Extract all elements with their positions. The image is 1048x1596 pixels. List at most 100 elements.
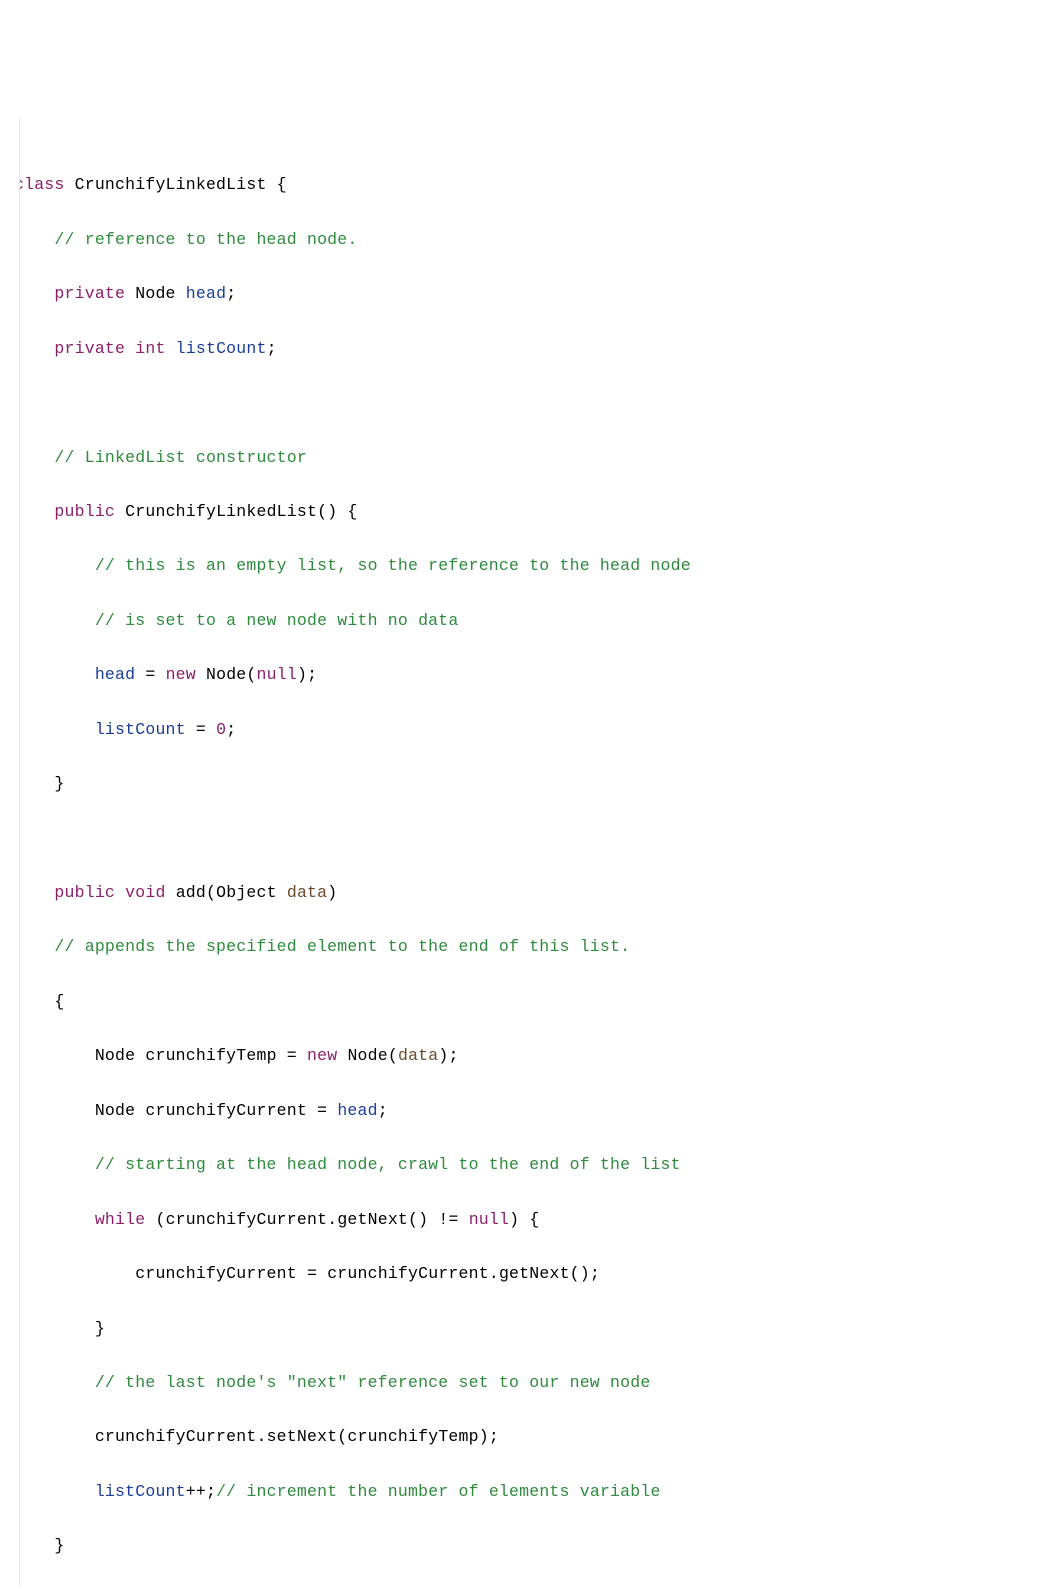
field: listCount: [95, 720, 186, 739]
lparen: (: [388, 1046, 398, 1065]
blank-line: [14, 825, 1040, 852]
rparen: ): [509, 1210, 519, 1229]
code-line: }: [14, 1532, 1040, 1559]
parameter: data: [287, 883, 327, 902]
code-line: }: [14, 1315, 1040, 1342]
null-literal: null: [257, 665, 297, 684]
keyword-class: class: [14, 175, 65, 194]
code-line: class CrunchifyLinkedList {: [14, 171, 1040, 198]
code-line: crunchifyCurrent.setNext(crunchifyTemp);: [14, 1423, 1040, 1450]
code-editor: class CrunchifyLinkedList { // reference…: [4, 117, 1040, 1587]
brace: }: [95, 1319, 105, 1338]
local-var: crunchifyCurrent: [95, 1427, 257, 1446]
field: listCount: [95, 1482, 186, 1501]
keyword-int: int: [135, 339, 165, 358]
code-line: // the last node's "next" reference set …: [14, 1369, 1040, 1396]
parens: (): [317, 502, 337, 521]
code-line: // is set to a new node with no data: [14, 607, 1040, 634]
semicolon: ;: [226, 284, 236, 303]
semicolon: ;: [307, 665, 317, 684]
comment: // appends the specified element to the …: [54, 937, 630, 956]
keyword-private: private: [54, 284, 125, 303]
lparen: (: [246, 665, 256, 684]
comment: // LinkedList constructor: [54, 448, 307, 467]
method-name: add: [176, 883, 206, 902]
not-equal: !=: [438, 1210, 458, 1229]
equals: =: [317, 1101, 327, 1120]
local-var: crunchifyTemp: [145, 1046, 276, 1065]
code-line: listCount = 0;: [14, 716, 1040, 743]
method-call: setNext: [267, 1427, 338, 1446]
local-var: crunchifyCurrent: [166, 1210, 328, 1229]
semicolon: ;: [226, 720, 236, 739]
code-line: public void add(Object data): [14, 879, 1040, 906]
type-name: Node: [206, 665, 246, 684]
code-line: Node crunchifyTemp = new Node(data);: [14, 1042, 1040, 1069]
type-name: Node: [95, 1101, 135, 1120]
local-var: crunchifyCurrent: [135, 1264, 297, 1283]
code-line: // appends the specified element to the …: [14, 933, 1040, 960]
brace: }: [54, 1536, 64, 1555]
brace: {: [529, 1210, 539, 1229]
method-call: getNext: [499, 1264, 570, 1283]
code-line: // starting at the head node, crawl to t…: [14, 1151, 1040, 1178]
gutter: [4, 117, 20, 1587]
semicolon: ;: [378, 1101, 388, 1120]
dot: .: [327, 1210, 337, 1229]
code-line: // reference to the head node.: [14, 226, 1040, 253]
type-name: CrunchifyLinkedList: [75, 175, 267, 194]
code-line: while (crunchifyCurrent.getNext() != nul…: [14, 1206, 1040, 1233]
comment: // is set to a new node with no data: [95, 611, 459, 630]
type-name: Node: [135, 284, 175, 303]
dot: .: [489, 1264, 499, 1283]
comment: // reference to the head node.: [54, 230, 357, 249]
rparen: ): [297, 665, 307, 684]
rparen: ): [479, 1427, 489, 1446]
lparen: (: [337, 1427, 347, 1446]
number-literal: 0: [216, 720, 226, 739]
keyword-public: public: [54, 883, 115, 902]
local-var: crunchifyCurrent: [327, 1264, 489, 1283]
increment: ++: [186, 1482, 206, 1501]
brace: {: [347, 502, 357, 521]
brace: {: [277, 175, 287, 194]
comment: // starting at the head node, crawl to t…: [95, 1155, 681, 1174]
brace: {: [54, 992, 64, 1011]
semicolon: ;: [206, 1482, 216, 1501]
keyword-while: while: [95, 1210, 146, 1229]
keyword-public: public: [54, 502, 115, 521]
equals: =: [287, 1046, 297, 1065]
semicolon: ;: [449, 1046, 459, 1065]
brace: }: [54, 774, 64, 793]
code-line: // this is an empty list, so the referen…: [14, 552, 1040, 579]
code-line: }: [14, 770, 1040, 797]
equals: =: [307, 1264, 317, 1283]
code-line: head = new Node(null);: [14, 661, 1040, 688]
type-name: Node: [95, 1046, 135, 1065]
code-line: // LinkedList constructor: [14, 444, 1040, 471]
keyword-void: void: [125, 883, 165, 902]
parens: (): [570, 1264, 590, 1283]
field: head: [95, 665, 135, 684]
field: listCount: [176, 339, 267, 358]
keyword-new: new: [307, 1046, 337, 1065]
rparen: ): [438, 1046, 448, 1065]
local-var: crunchifyCurrent: [145, 1101, 307, 1120]
parens: (): [408, 1210, 428, 1229]
code-line: public CrunchifyLinkedList() {: [14, 498, 1040, 525]
dot: .: [256, 1427, 266, 1446]
comment: // the last node's "next" reference set …: [95, 1373, 651, 1392]
lparen: (: [206, 883, 216, 902]
field: head: [186, 284, 226, 303]
parameter: data: [398, 1046, 438, 1065]
method-call: getNext: [337, 1210, 408, 1229]
semicolon: ;: [590, 1264, 600, 1283]
type-name: Node: [347, 1046, 387, 1065]
comment: // this is an empty list, so the referen…: [95, 556, 691, 575]
constructor-name: CrunchifyLinkedList: [125, 502, 317, 521]
code-line: listCount++;// increment the number of e…: [14, 1478, 1040, 1505]
code-line: crunchifyCurrent = crunchifyCurrent.getN…: [14, 1260, 1040, 1287]
semicolon: ;: [489, 1427, 499, 1446]
rparen: ): [327, 883, 337, 902]
keyword-private: private: [54, 339, 125, 358]
